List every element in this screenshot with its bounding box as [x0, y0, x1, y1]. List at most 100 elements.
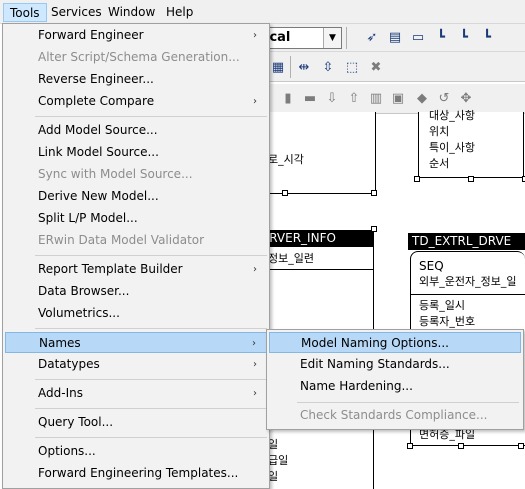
- menu-item-check-standards-compliance[interactable]: Check Standards Compliance...: [269, 405, 521, 426]
- selection-handle[interactable]: [371, 190, 377, 196]
- attribute: 등록자_번호: [419, 315, 476, 328]
- selection-handle[interactable]: [518, 443, 524, 449]
- menu-item-label: Volumetrics...: [38, 306, 120, 320]
- many-to-many-icon[interactable]: ┗: [456, 30, 472, 46]
- model-type-dropdown[interactable]: ical ▼: [258, 27, 342, 49]
- align-icon[interactable]: ⇹: [296, 60, 312, 76]
- identifying-relationship-icon[interactable]: ┗: [433, 30, 449, 46]
- menu-item-link-model-source[interactable]: Link Model Source...: [5, 142, 267, 163]
- menu-item-query-tool[interactable]: Query Tool...: [5, 412, 267, 433]
- menu-separator: [297, 402, 519, 403]
- primary-key: SEQ: [419, 259, 444, 273]
- entity-title: TD_EXTRL_DRVE: [408, 233, 525, 250]
- menu-item-label: Sync with Model Source...: [38, 167, 193, 181]
- same-size-icon[interactable]: ▣: [390, 91, 406, 107]
- menu-item-label: Query Tool...: [38, 415, 114, 429]
- selection-handle[interactable]: [414, 176, 420, 182]
- menu-separator: [35, 408, 267, 409]
- menu-item-label: Derive New Model...: [38, 189, 159, 203]
- align-center-icon[interactable]: ▬: [302, 91, 318, 107]
- menu-help[interactable]: Help: [160, 3, 199, 22]
- menu-item-label: Datatypes: [38, 357, 100, 371]
- entity-title: DRVER_INFO: [256, 230, 374, 247]
- resize-icon[interactable]: ✖: [368, 60, 384, 76]
- toolbar-arrange: ▮ ▬ ⇩ ⇧ ▥ ▣ ◆ ↺ ✥: [258, 84, 525, 114]
- attribute: 대상_사항: [429, 109, 475, 122]
- diamond-icon[interactable]: ◆: [414, 91, 430, 107]
- menu-item-label: Forward Engineer: [38, 28, 144, 42]
- menu-separator: [35, 328, 267, 329]
- toolbar-separator: [346, 27, 347, 49]
- selection-handle[interactable]: [407, 443, 413, 449]
- menu-item-datatypes[interactable]: Datatypes ›: [5, 354, 267, 375]
- menu-item-volumetrics[interactable]: Volumetrics...: [5, 303, 267, 324]
- menu-item-label: Add-Ins: [38, 386, 83, 400]
- distribute-icon[interactable]: ⇳: [320, 60, 336, 76]
- menu-item-name-hardening[interactable]: Name Hardening...: [269, 376, 521, 397]
- diagram-canvas[interactable]: 대상_사항 위치 특이_사항 순서 로_시각 DRVER_INFO 정보_일련 …: [256, 109, 525, 489]
- names-submenu: Model Naming Options... Edit Naming Stan…: [266, 329, 524, 430]
- align-left-icon[interactable]: ▮: [280, 91, 296, 107]
- menu-item-model-naming-options[interactable]: Model Naming Options...: [269, 332, 521, 353]
- menu-item-label: Names: [39, 336, 81, 350]
- attribute: 등록_일시: [419, 299, 465, 312]
- attribute: 순서: [429, 157, 450, 170]
- menu-tools[interactable]: Tools: [3, 3, 47, 22]
- menu-item-derive-new-model[interactable]: Derive New Model...: [5, 186, 267, 207]
- view-icon[interactable]: ▭: [410, 30, 426, 46]
- menu-item-erwin-validator[interactable]: ERwin Data Model Validator: [5, 230, 267, 251]
- entity-divider: [256, 269, 373, 270]
- attribute: 외부_운전자_정보_일: [419, 275, 517, 288]
- entity-icon[interactable]: ▤: [387, 30, 403, 46]
- chevron-right-icon: ›: [252, 338, 256, 349]
- chevron-right-icon: ›: [253, 30, 257, 41]
- menu-item-add-model-source[interactable]: Add Model Source...: [5, 120, 267, 141]
- space-evenly-icon[interactable]: ▥: [368, 91, 384, 107]
- non-identifying-relationship-icon[interactable]: ┗: [479, 30, 495, 46]
- menu-window[interactable]: Window: [102, 3, 161, 22]
- chevron-right-icon: ›: [253, 96, 257, 107]
- menu-item-options[interactable]: Options...: [5, 441, 267, 462]
- chevron-down-icon[interactable]: ▼: [323, 28, 341, 48]
- menu-item-label: Forward Engineering Templates...: [38, 466, 239, 480]
- attribute: 로_시각: [268, 153, 304, 166]
- selection-handle[interactable]: [282, 190, 288, 196]
- chevron-right-icon: ›: [253, 388, 257, 399]
- selection-handle[interactable]: [371, 226, 377, 232]
- grid-icon[interactable]: ▦: [270, 60, 286, 76]
- entity-top-right[interactable]: 대상_사항 위치 특이_사항 순서: [418, 109, 524, 178]
- menu-item-reverse-engineer[interactable]: Reverse Engineer...: [5, 69, 267, 90]
- attribute: 정보_일련: [268, 252, 314, 265]
- menu-item-edit-naming-standards[interactable]: Edit Naming Standards...: [269, 354, 521, 375]
- entity-left-fragment[interactable]: 로_시각: [256, 112, 376, 194]
- menu-item-alter-script[interactable]: Alter Script/Schema Generation...: [5, 47, 267, 68]
- menu-item-label: Report Template Builder: [38, 262, 183, 276]
- align-top-icon[interactable]: ⇧: [346, 91, 362, 107]
- attribute: 급일: [268, 454, 289, 467]
- magic-icon[interactable]: ✥: [458, 91, 474, 107]
- menu-item-label: Options...: [38, 444, 96, 458]
- menu-item-forward-engineer[interactable]: Forward Engineer ›: [5, 25, 267, 46]
- chevron-right-icon: ›: [253, 264, 257, 275]
- menu-item-fe-templates[interactable]: Forward Engineering Templates...: [5, 463, 267, 484]
- menu-item-split-lp-model[interactable]: Split L/P Model...: [5, 208, 267, 229]
- menu-bar: Tools Services Window Help: [0, 0, 525, 24]
- align-bottom-icon[interactable]: ⇩: [324, 91, 340, 107]
- selection-handle[interactable]: [458, 443, 464, 449]
- menu-item-add-ins[interactable]: Add-Ins ›: [5, 383, 267, 404]
- tools-menu: Forward Engineer › Alter Script/Schema Ge…: [2, 23, 270, 489]
- menu-item-label: Add Model Source...: [38, 123, 158, 137]
- rotate-icon[interactable]: ↺: [436, 91, 452, 107]
- menu-item-complete-compare[interactable]: Complete Compare ›: [5, 91, 267, 112]
- menu-services[interactable]: Services: [45, 3, 108, 22]
- menu-item-label: Check Standards Compliance...: [300, 408, 488, 422]
- select-region-icon[interactable]: ⬚: [344, 60, 360, 76]
- pointer-icon[interactable]: ➶: [364, 30, 380, 46]
- menu-item-sync-model-source[interactable]: Sync with Model Source...: [5, 164, 267, 185]
- selection-handle[interactable]: [468, 176, 474, 182]
- menu-separator: [35, 116, 267, 117]
- menu-item-data-browser[interactable]: Data Browser...: [5, 281, 267, 302]
- menu-item-names[interactable]: Names ›: [5, 332, 267, 353]
- menu-item-report-template-builder[interactable]: Report Template Builder ›: [5, 259, 267, 280]
- menu-item-label: Alter Script/Schema Generation...: [38, 50, 240, 64]
